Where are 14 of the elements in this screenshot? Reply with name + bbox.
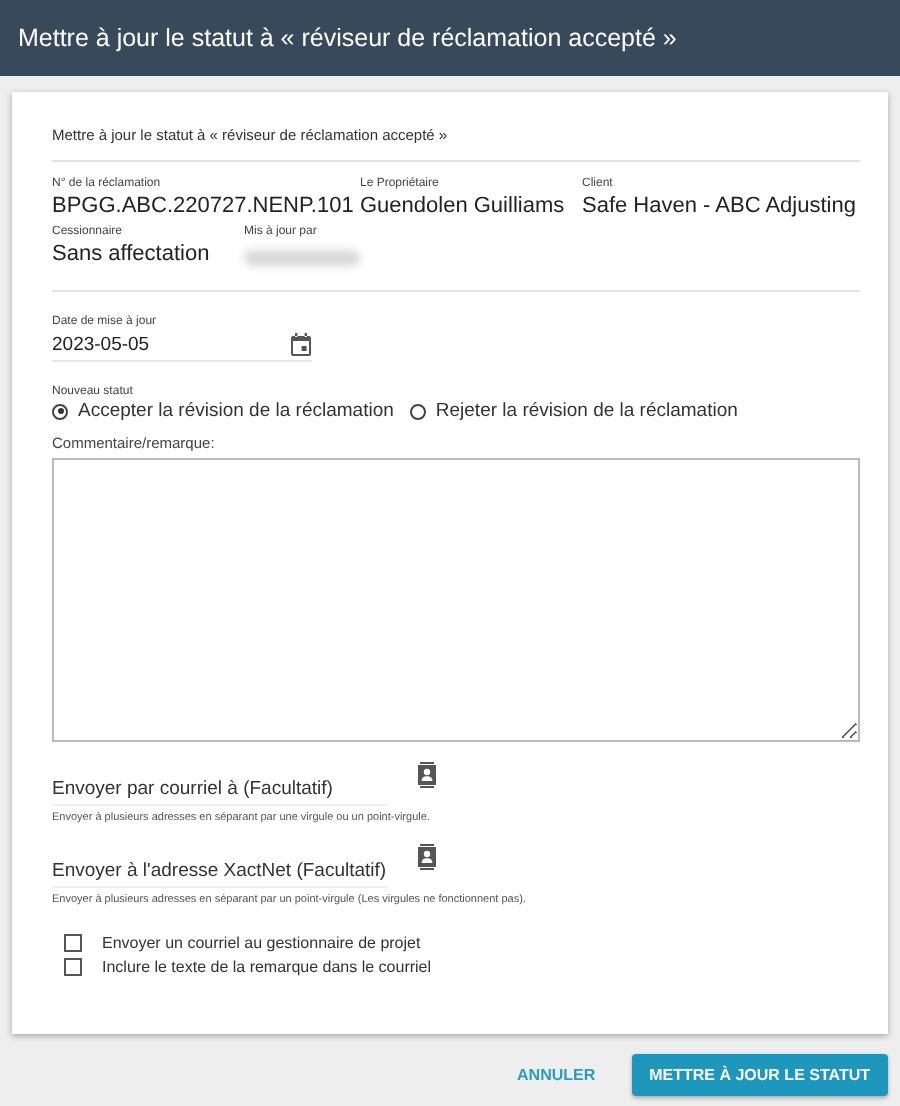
comment-field[interactable] bbox=[52, 458, 860, 742]
radio-option[interactable]: Rejeter la révision de la réclamation bbox=[409, 400, 738, 422]
contact-book-icon[interactable] bbox=[416, 762, 438, 788]
date-field[interactable]: 2023-05-05 bbox=[52, 333, 150, 355]
field-value: Sans affectation bbox=[52, 242, 212, 266]
checkbox-option[interactable]: Inclure le texte de la remarque dans le courriel bbox=[64, 958, 860, 976]
window-title: Mettre à jour le statut à « réviseur de réclamation accepté » bbox=[18, 24, 677, 52]
checkbox-option[interactable]: Envoyer un courriel au gestionnaire de projet bbox=[64, 934, 860, 952]
calendar-icon[interactable] bbox=[290, 332, 312, 356]
field-value: Guendolen Guilliams bbox=[360, 194, 567, 218]
contact-book-icon[interactable] bbox=[416, 844, 438, 870]
field-value: BPGG.ABC.220727.NENP.101 bbox=[52, 194, 356, 218]
radio-option[interactable]: Accepter la révision de la réclamation bbox=[52, 400, 394, 422]
field-value: Safe Haven - ABC Adjusting bbox=[582, 194, 856, 218]
